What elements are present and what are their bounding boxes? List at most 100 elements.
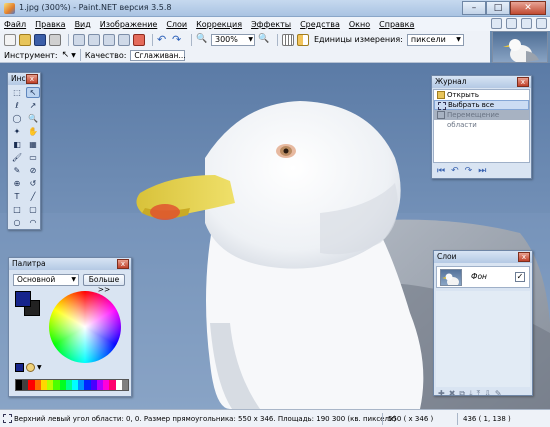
close-button[interactable]: ✕ bbox=[510, 1, 546, 15]
tool-lasso-icon[interactable]: ℓ bbox=[10, 100, 24, 111]
palette-color-strip[interactable] bbox=[15, 379, 129, 391]
tool-ellipse-icon[interactable]: ○ bbox=[10, 217, 24, 228]
merge-layer-icon[interactable]: ⤓ bbox=[469, 389, 473, 399]
history-panel-close-button[interactable]: x bbox=[517, 77, 529, 87]
history-item-select-all[interactable]: Выбрать все bbox=[434, 100, 529, 110]
tool-rectangle-icon[interactable]: □ bbox=[10, 204, 24, 215]
tools-panel-close-button[interactable]: x bbox=[26, 74, 38, 84]
tool-magic-wand-icon[interactable]: ✦ bbox=[10, 126, 24, 137]
color-mode-dropdown[interactable]: Основной ▼ bbox=[13, 274, 79, 286]
tool-color-picker-icon[interactable]: ⊘ bbox=[26, 165, 40, 176]
primary-color-swatch[interactable] bbox=[15, 291, 31, 307]
color-wheel[interactable] bbox=[49, 291, 121, 363]
layers-panel-close-button[interactable]: x bbox=[518, 252, 530, 262]
copy-icon[interactable] bbox=[88, 33, 100, 46]
menu-image[interactable]: Изображение bbox=[100, 20, 158, 29]
tool-line-icon[interactable]: ╱ bbox=[26, 191, 40, 202]
move-layer-up-icon[interactable]: ⤒ bbox=[477, 389, 481, 399]
tool-clone-stamp-icon[interactable]: ⊕ bbox=[10, 178, 24, 189]
menu-layers[interactable]: Слои bbox=[166, 20, 187, 29]
layers-panel[interactable]: Слои x Фон ✓ ✚ ✖ ⧉ ⤓ ⤒ ⇩ ✎ bbox=[433, 250, 533, 399]
menu-view[interactable]: Вид bbox=[75, 20, 91, 29]
tool-zoom-icon[interactable]: 🔍 bbox=[26, 113, 40, 124]
menu-effects[interactable]: Эффекты bbox=[251, 20, 291, 29]
print-icon[interactable] bbox=[49, 33, 61, 46]
tool-ellipse-select-icon[interactable]: ◯ bbox=[10, 113, 24, 124]
palette-swatch[interactable] bbox=[121, 380, 128, 390]
layers-window-toggle-icon[interactable] bbox=[521, 18, 532, 29]
tool-paintbrush-icon[interactable]: 🖌 bbox=[10, 152, 24, 163]
paste-icon[interactable] bbox=[103, 33, 115, 46]
units-dropdown[interactable]: пиксели ▼ bbox=[406, 33, 464, 46]
maximize-button[interactable]: □ bbox=[486, 1, 510, 15]
tools-panel-title[interactable]: Инс... x bbox=[8, 73, 40, 85]
redo-icon[interactable]: ↷ bbox=[465, 166, 473, 176]
menu-edit[interactable]: Правка bbox=[35, 20, 65, 29]
chevron-down-icon[interactable]: ▼ bbox=[37, 364, 42, 371]
tool-gradient-icon[interactable]: ▦ bbox=[26, 139, 40, 150]
image-thumbnail-tab[interactable] bbox=[492, 31, 548, 63]
units-label: Единицы измерения: bbox=[314, 35, 403, 44]
tool-move-pixels-icon[interactable]: ↗ bbox=[26, 100, 40, 111]
history-window-toggle-icon[interactable] bbox=[506, 18, 517, 29]
tool-freeform-shape-icon[interactable]: ◠ bbox=[26, 217, 40, 228]
tool-recolor-icon[interactable]: ↺ bbox=[26, 178, 40, 189]
move-layer-down-icon[interactable]: ⇩ bbox=[484, 389, 491, 399]
new-file-icon[interactable] bbox=[4, 33, 16, 46]
zoom-combobox[interactable]: 300% ▼ bbox=[211, 33, 255, 46]
history-item-open-image[interactable]: Открыть изображение bbox=[434, 90, 529, 109]
zoom-in-icon[interactable]: 🔍 bbox=[258, 34, 270, 46]
delete-layer-icon[interactable]: ✖ bbox=[449, 389, 456, 399]
undo-icon[interactable]: ↶ bbox=[451, 166, 459, 176]
deselect-icon[interactable] bbox=[133, 33, 145, 46]
cut-icon[interactable] bbox=[73, 33, 85, 46]
quality-dropdown[interactable]: Сглаживан... bbox=[130, 49, 186, 61]
menu-adjustments[interactable]: Коррекция bbox=[196, 20, 242, 29]
menu-utilities[interactable]: Средства bbox=[300, 20, 340, 29]
menu-help[interactable]: Справка bbox=[379, 20, 414, 29]
history-item-move-selection[interactable]: Перемещение области bbox=[434, 110, 529, 129]
rewind-icon[interactable]: ⏮ bbox=[437, 166, 445, 176]
open-folder-icon[interactable] bbox=[19, 33, 31, 46]
menu-window[interactable]: Окно bbox=[349, 20, 370, 29]
grid-icon[interactable] bbox=[282, 33, 294, 46]
tool-eraser-icon[interactable]: ▭ bbox=[26, 152, 40, 163]
layer-visibility-checkbox[interactable]: ✓ bbox=[515, 272, 525, 282]
fast-forward-icon[interactable]: ⏭ bbox=[478, 166, 486, 176]
minimize-button[interactable]: – bbox=[462, 1, 486, 15]
tool-text-icon[interactable]: T bbox=[10, 191, 24, 202]
crop-icon[interactable] bbox=[118, 33, 130, 46]
history-panel[interactable]: Журнал x Открыть изображение Выбрать все… bbox=[431, 75, 532, 179]
tool-pan-icon[interactable]: ✋ bbox=[26, 126, 40, 137]
layer-row-background[interactable]: Фон ✓ bbox=[436, 266, 530, 288]
save-icon[interactable] bbox=[34, 33, 46, 46]
reset-colors-icon[interactable] bbox=[15, 363, 24, 372]
tool-selection-rect-icon[interactable]: ⬚ bbox=[10, 87, 24, 98]
add-layer-icon[interactable]: ✚ bbox=[438, 389, 445, 399]
palette-panel-title[interactable]: Палитра x bbox=[9, 258, 131, 270]
rulers-icon[interactable] bbox=[297, 33, 309, 46]
tool-pencil-icon[interactable]: ✎ bbox=[10, 165, 24, 176]
colors-window-toggle-icon[interactable] bbox=[536, 18, 547, 29]
undo-icon[interactable]: ↶ bbox=[157, 34, 169, 46]
tools-window-toggle-icon[interactable] bbox=[491, 18, 502, 29]
zoom-out-icon[interactable]: 🔍 bbox=[196, 34, 208, 46]
menu-file[interactable]: Файл bbox=[4, 20, 26, 29]
history-panel-title[interactable]: Журнал x bbox=[432, 76, 531, 88]
move-selection-tool-icon[interactable]: ↖ bbox=[62, 50, 70, 60]
tools-panel[interactable]: Инс... x ⬚ ↖ ℓ ↗ ◯ 🔍 ✦ ✋ ◧ ▦ 🖌 ▭ ✎ ⊘ ⊕ ↺ T ╱ □ ▢ ○ ◠ bbox=[7, 72, 41, 230]
tool-move-selection-icon[interactable]: ↖ bbox=[26, 87, 40, 98]
layer-properties-icon[interactable]: ✎ bbox=[495, 389, 502, 399]
chevron-down-icon[interactable]: ▼ bbox=[71, 52, 76, 59]
redo-icon[interactable]: ↷ bbox=[172, 34, 184, 46]
more-colors-button[interactable]: Больше >> bbox=[83, 274, 125, 294]
toolbar-separator bbox=[79, 49, 81, 61]
palette-panel-close-button[interactable]: x bbox=[117, 259, 129, 269]
duplicate-layer-icon[interactable]: ⧉ bbox=[459, 389, 465, 399]
tool-paint-bucket-icon[interactable]: ◧ bbox=[10, 139, 24, 150]
palette-menu-icon[interactable] bbox=[26, 363, 35, 372]
tool-rounded-rect-icon[interactable]: ▢ bbox=[26, 204, 40, 215]
layers-panel-title[interactable]: Слои x bbox=[434, 251, 532, 263]
palette-panel[interactable]: Палитра x Основной ▼ Больше >> ▼ bbox=[8, 257, 132, 397]
toolbar-separator bbox=[68, 33, 69, 46]
